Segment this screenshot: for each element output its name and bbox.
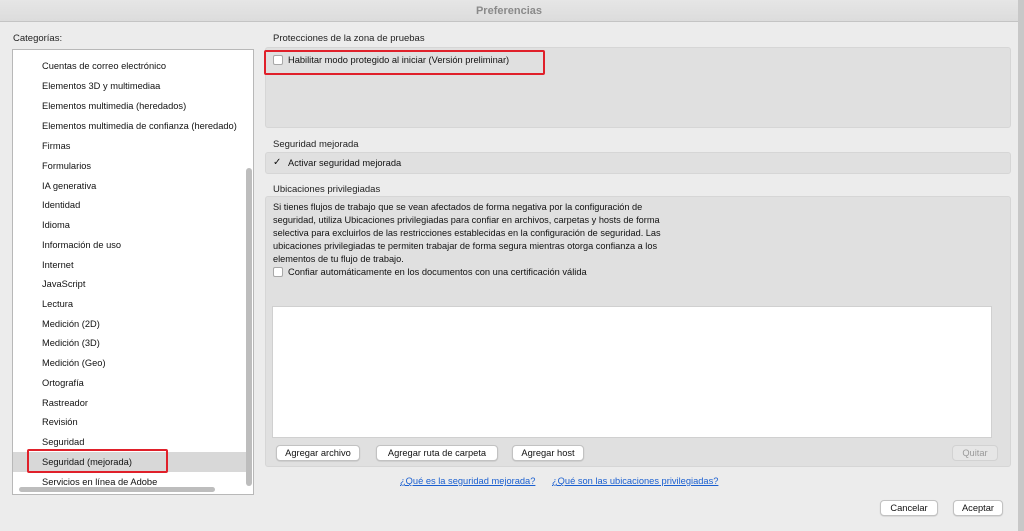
protected-mode-highlight xyxy=(264,50,545,75)
privileged-section-title: Ubicaciones privilegiadas xyxy=(273,184,381,195)
category-item[interactable]: Ortografía xyxy=(13,373,247,393)
category-item[interactable]: JavaScript xyxy=(13,274,247,294)
remove-button[interactable]: Quitar xyxy=(952,445,998,461)
horizontal-scrollbar[interactable] xyxy=(19,487,215,492)
what-is-enhanced-link[interactable]: ¿Qué es la seguridad mejorada? xyxy=(400,476,535,486)
category-item[interactable]: Elementos multimedia (heredados) xyxy=(13,96,247,116)
sandbox-section-title: Protecciones de la zona de pruebas xyxy=(273,33,425,44)
categories-label: Categorías: xyxy=(13,33,63,44)
cancel-button[interactable]: Cancelar xyxy=(880,500,938,516)
checkmark-icon[interactable]: ✓ xyxy=(273,158,283,168)
selected-category-highlight xyxy=(27,449,168,473)
categories-list[interactable]: Cuentas de correo electrónico Elementos … xyxy=(12,49,254,495)
category-item[interactable]: Información de uso xyxy=(13,235,247,255)
category-item[interactable]: Lectura xyxy=(13,294,247,314)
window-title: Preferencias xyxy=(0,0,1018,22)
category-item[interactable]: Rastreador xyxy=(13,393,247,413)
category-item[interactable]: Medición (3D) xyxy=(13,333,247,353)
category-item[interactable]: Medición (2D) xyxy=(13,314,247,334)
category-item[interactable]: Identidad xyxy=(13,195,247,215)
what-are-privileged-link[interactable]: ¿Qué son las ubicaciones privilegiadas? xyxy=(552,476,718,486)
category-item[interactable]: Formularios xyxy=(13,156,247,176)
category-item[interactable]: Idioma xyxy=(13,215,247,235)
add-host-button[interactable]: Agregar host xyxy=(512,445,584,461)
category-item[interactable]: Medición (Geo) xyxy=(13,353,247,373)
category-item[interactable]: Elementos 3D y multimediaa xyxy=(13,76,247,96)
enable-enhanced-label: Activar seguridad mejorada xyxy=(288,158,402,168)
add-file-button[interactable]: Agregar archivo xyxy=(276,445,360,461)
category-item[interactable]: Revisión xyxy=(13,412,247,432)
trust-certified-label: Confiar automáticamente en los documento… xyxy=(288,267,587,277)
trust-certified-option[interactable]: Confiar automáticamente en los documento… xyxy=(273,267,587,277)
add-folder-button[interactable]: Agregar ruta de carpeta xyxy=(376,445,498,461)
enhanced-section-title: Seguridad mejorada xyxy=(273,139,359,150)
category-item[interactable]: Cuentas de correo electrónico xyxy=(13,56,247,76)
preferences-window: Preferencias Categorías: Cuentas de corr… xyxy=(0,0,1024,531)
privileged-description: Si tienes flujos de trabajo que se vean … xyxy=(273,202,661,264)
category-item[interactable]: Elementos multimedia de confianza (hered… xyxy=(13,116,247,136)
accept-button[interactable]: Aceptar xyxy=(953,500,1003,516)
privileged-locations-list[interactable] xyxy=(272,306,992,438)
trust-certified-checkbox[interactable] xyxy=(273,267,283,277)
category-item[interactable]: Internet xyxy=(13,255,247,275)
category-item[interactable]: Firmas xyxy=(13,136,247,156)
category-item[interactable]: IA generativa xyxy=(13,176,247,196)
enable-enhanced-option[interactable]: ✓ Activar seguridad mejorada xyxy=(273,158,402,169)
vertical-scrollbar[interactable] xyxy=(246,168,252,486)
